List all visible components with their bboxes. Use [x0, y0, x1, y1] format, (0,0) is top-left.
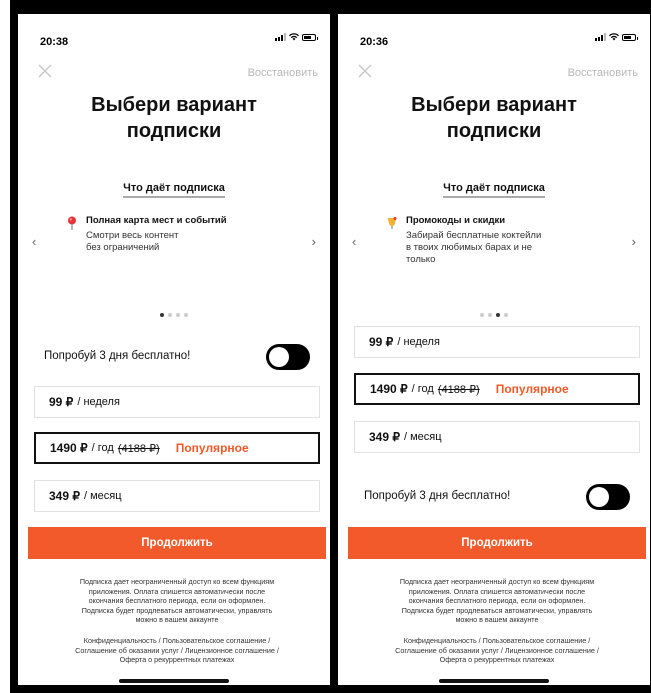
restore-button[interactable]: Восстановить: [568, 67, 638, 79]
battery-icon: [302, 33, 318, 41]
home-indicator: [439, 679, 549, 683]
free-trial-toggle[interactable]: [586, 484, 630, 510]
status-bar: 20:38: [40, 32, 318, 48]
plan-option-year[interactable]: 1490 ₽ / год (4188 ₽) Популярное: [354, 373, 640, 405]
plan-option-month[interactable]: 349 ₽ / месяц: [354, 421, 640, 453]
free-trial-row[interactable]: Попробуй 3 дня бесплатно!: [44, 340, 316, 372]
free-trial-row[interactable]: Попробуй 3 дня бесплатно!: [364, 480, 636, 512]
features-link[interactable]: Что даёт подписка: [18, 178, 330, 198]
chevron-right-icon[interactable]: ›: [632, 234, 636, 249]
wifi-icon: [609, 33, 619, 41]
continue-button[interactable]: Продолжить: [28, 527, 326, 559]
free-trial-label: Попробуй 3 дня бесплатно!: [44, 350, 191, 362]
restore-button[interactable]: Восстановить: [248, 67, 318, 79]
popular-badge: Популярное: [495, 382, 569, 396]
plan-option-month[interactable]: 349 ₽ / месяц: [34, 480, 320, 512]
feature-title: Полная карта мест и событий: [86, 215, 227, 226]
carousel-dots: [338, 313, 650, 317]
phone-screen-right: 20:36 Восстановить Выбери вариант подпис…: [330, 0, 651, 693]
legal-links[interactable]: Конфиденциальность / Пользовательское со…: [32, 636, 322, 665]
feature-carousel[interactable]: ‹ Полная карта мест и событий Смотри вес…: [32, 214, 316, 294]
chevron-left-icon[interactable]: ‹: [32, 234, 36, 249]
feature-title: Промокоды и скидки: [406, 215, 506, 226]
battery-icon: [622, 33, 638, 41]
feature-description: Смотри весь контент без ограничений: [86, 230, 179, 253]
legal-text: Подписка дает неограниченный доступ ко в…: [79, 577, 275, 624]
feature-slide: Промокоды и скидки Забирай бесплатные ко…: [386, 214, 612, 266]
free-trial-label: Попробуй 3 дня бесплатно!: [364, 490, 511, 502]
feature-slide: Полная карта мест и событий Смотри весь …: [66, 214, 292, 254]
plan-option-week[interactable]: 99 ₽ / неделя: [34, 386, 320, 418]
chevron-left-icon[interactable]: ‹: [352, 234, 356, 249]
status-time: 20:36: [360, 36, 389, 48]
close-icon[interactable]: [38, 64, 52, 78]
close-icon[interactable]: [358, 64, 372, 78]
home-indicator: [119, 679, 229, 683]
plan-option-year[interactable]: 1490 ₽ / год (4188 ₽) Популярное: [34, 432, 320, 464]
cocktail-icon: [387, 217, 397, 229]
page-title: Выбери вариант подписки: [91, 94, 257, 142]
continue-button[interactable]: Продолжить: [348, 527, 646, 559]
carousel-dots: [18, 313, 330, 317]
wifi-icon: [289, 33, 299, 41]
chevron-right-icon[interactable]: ›: [312, 234, 316, 249]
feature-description: Забирай бесплатные коктейли в твоих люби…: [406, 230, 542, 265]
feature-carousel[interactable]: ‹ Промокоды и скидки Забирай бесплатные …: [352, 214, 636, 294]
old-price: (4188 ₽): [117, 442, 160, 455]
popular-badge: Популярное: [175, 441, 249, 455]
status-time: 20:38: [40, 36, 69, 48]
map-pin-icon: [68, 216, 76, 230]
signal-icon: [595, 33, 606, 41]
features-link[interactable]: Что даёт подписка: [338, 178, 650, 198]
free-trial-toggle[interactable]: [266, 344, 310, 370]
legal-text: Подписка дает неограниченный доступ ко в…: [399, 577, 595, 624]
paywall-screen: 20:38 Восстановить Выбери вариант подпис…: [18, 14, 330, 685]
legal-links[interactable]: Конфиденциальность / Пользовательское со…: [352, 636, 642, 665]
page-title: Выбери вариант подписки: [411, 94, 577, 142]
phone-screen-left: 20:38 Восстановить Выбери вариант подпис…: [10, 0, 338, 693]
paywall-screen: 20:36 Восстановить Выбери вариант подпис…: [338, 14, 650, 685]
status-bar: 20:36: [360, 32, 638, 48]
plan-option-week[interactable]: 99 ₽ / неделя: [354, 326, 640, 358]
old-price: (4188 ₽): [437, 383, 480, 396]
signal-icon: [275, 33, 286, 41]
